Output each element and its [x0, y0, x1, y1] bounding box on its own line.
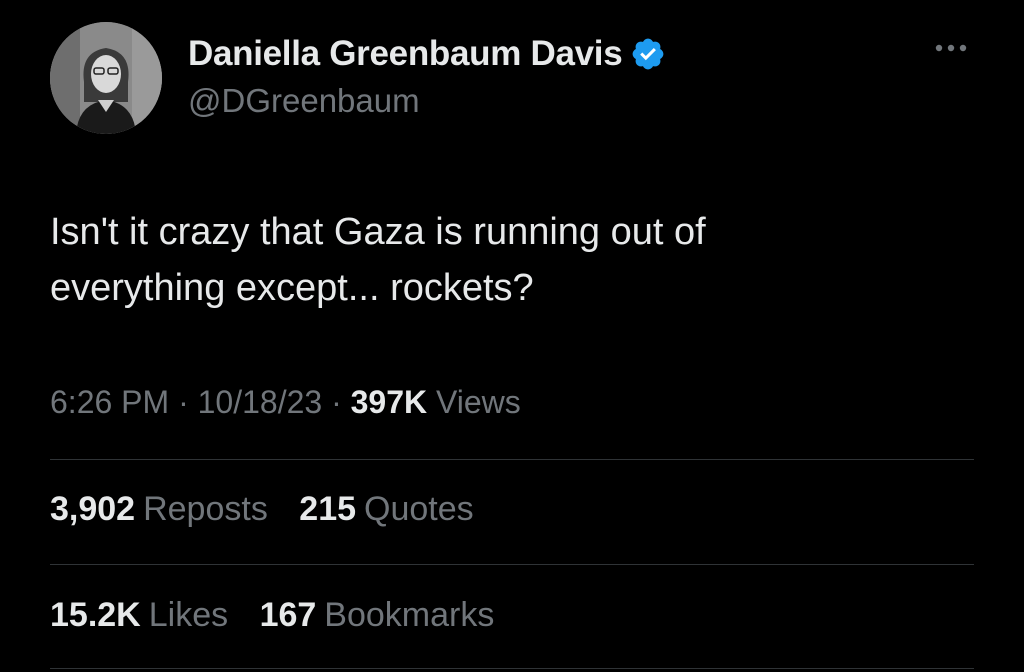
meta-separator: ·: [331, 384, 342, 420]
divider: [50, 564, 974, 565]
engagement-row-reposts-quotes: 3,902 Reposts 215 Quotes: [50, 490, 496, 529]
avatar[interactable]: [50, 22, 162, 134]
tweet-meta: 6:26 PM · 10/18/23 · 397K Views: [50, 384, 521, 421]
divider: [50, 459, 974, 460]
meta-separator: ·: [178, 384, 189, 420]
engagement-row-likes-bookmarks: 15.2K Likes 167 Bookmarks: [50, 596, 516, 635]
author-display-name[interactable]: Daniella Greenbaum Davis: [188, 34, 623, 74]
tweet-header: Daniella Greenbaum Davis @DGreenbaum: [188, 32, 666, 120]
author-handle[interactable]: @DGreenbaum: [188, 82, 666, 120]
verified-badge-icon[interactable]: [630, 36, 666, 72]
tweet-text-line: everything except... rockets?: [50, 267, 534, 309]
likes-count: 15.2K: [50, 596, 141, 634]
quotes-count: 215: [299, 490, 357, 528]
tweet-detail: Daniella Greenbaum Davis @DGreenbaum Isn…: [0, 0, 1024, 672]
tweet-date[interactable]: 10/18/23: [198, 384, 323, 420]
reposts-label: Reposts: [143, 490, 268, 528]
bookmarks-label: Bookmarks: [324, 596, 495, 634]
more-options-icon[interactable]: [931, 38, 971, 58]
bookmarks-count: 167: [259, 596, 317, 634]
divider: [50, 668, 974, 669]
author-name-row: Daniella Greenbaum Davis: [188, 32, 666, 76]
views-count: 397K: [350, 384, 428, 420]
reposts-stat[interactable]: 3,902 Reposts: [50, 490, 277, 528]
quotes-label: Quotes: [364, 490, 474, 528]
views-label: Views: [436, 384, 521, 420]
likes-stat[interactable]: 15.2K Likes: [50, 596, 238, 634]
quotes-stat[interactable]: 215 Quotes: [299, 490, 473, 528]
bookmarks-stat[interactable]: 167 Bookmarks: [260, 596, 495, 634]
avatar-photo: [50, 22, 162, 134]
likes-label: Likes: [148, 596, 229, 634]
tweet-text-line: Isn't it crazy that Gaza is running out …: [50, 211, 706, 253]
reposts-count: 3,902: [50, 490, 136, 528]
tweet-time[interactable]: 6:26 PM: [50, 384, 169, 420]
tweet-text: Isn't it crazy that Gaza is running out …: [50, 204, 930, 316]
